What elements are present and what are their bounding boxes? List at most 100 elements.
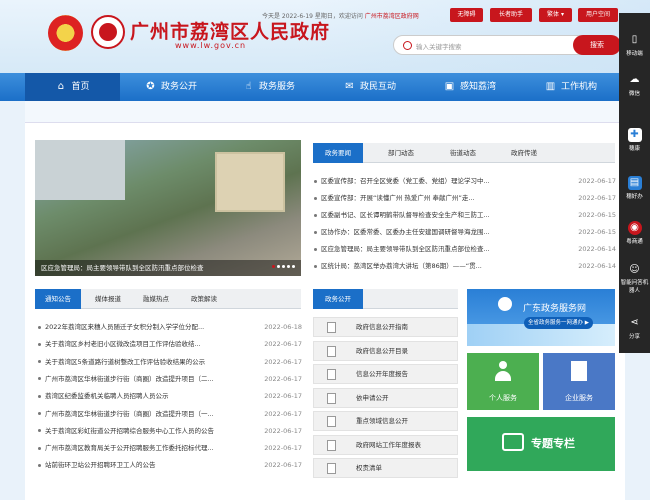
- list-item[interactable]: 区应急管理局：局主要领导带队到全区防汛重点部位检查... 2022-06-14: [314, 241, 616, 257]
- list-item[interactable]: 荔湾区纪委监委机关临聘人员招聘人员公示 2022-06-17: [38, 388, 302, 404]
- document-icon: [327, 392, 336, 404]
- tab-government-affairs-open[interactable]: 政务公开: [313, 289, 363, 309]
- list-item-title[interactable]: 站前街环卫站公开招聘环卫工人的公告: [45, 461, 156, 469]
- open-list-item[interactable]: 权责清单: [313, 458, 458, 478]
- nav-home[interactable]: ⌂ 首页: [25, 73, 120, 101]
- site-url: www.lw.gov.cn: [175, 41, 247, 50]
- user-space-button[interactable]: 用户空间: [578, 8, 618, 22]
- list-item[interactable]: 广州市荔湾区教育局关于公开招聘服务工作委托招标代理... 2022-06-17: [38, 440, 302, 456]
- search-button[interactable]: 搜索: [573, 35, 621, 55]
- suihaoban-icon: ▤: [627, 176, 642, 190]
- monitor-icon: [502, 433, 524, 451]
- site-title[interactable]: 广州市荔湾区人民政府: [130, 17, 330, 44]
- accessibility-button[interactable]: 无障碍: [450, 8, 483, 22]
- list-item[interactable]: 广州市荔湾区华林街道步行街（商圈）改造提升项目（二... 2022-06-17: [38, 371, 302, 387]
- list-item-date: 2022-06-17: [578, 194, 616, 202]
- special-topics-label: 专题专栏: [531, 437, 575, 450]
- slide-dots[interactable]: [270, 262, 295, 270]
- list-item-title[interactable]: 广州市荔湾区华林街道步行街（商圈）改造提升项目（一...: [45, 410, 214, 418]
- sidebar-suikang[interactable]: ✚ 穗康: [619, 128, 650, 152]
- tab-government-news[interactable]: 政务要闻: [313, 143, 363, 163]
- sidebar-robot[interactable]: ☺ 智能问答机器人: [619, 263, 650, 295]
- tab-department-news[interactable]: 部门动态: [376, 143, 426, 163]
- site-name-link[interactable]: 广州市荔湾区政府网: [365, 13, 419, 20]
- list-item[interactable]: 区协作办：区委常委、区委办主任安建国调研督导海龙围... 2022-06-15: [314, 224, 616, 240]
- list-item[interactable]: 站前街环卫站公开招聘环卫工人的公告 2022-06-17: [38, 457, 302, 473]
- tab-media-reports[interactable]: 媒体报道: [85, 289, 131, 309]
- special-topics-card[interactable]: 专题专栏: [467, 417, 615, 471]
- open-list-label: 政府信息公开指南: [356, 323, 408, 331]
- bullet-icon: [38, 342, 41, 346]
- list-item[interactable]: 关于荔湾区乡村老旧小区微改造项目工作评估验收结... 2022-06-17: [38, 336, 302, 352]
- list-item[interactable]: 区统计局：荔湾区举办荔湾大讲坛（第86期）——“贯... 2022-06-14: [314, 258, 616, 274]
- open-list-item[interactable]: 重点领域信息公开: [313, 411, 458, 431]
- list-item-title[interactable]: 区统计局：荔湾区举办荔湾大讲坛（第86期）——“贯...: [321, 262, 482, 270]
- tab-notices[interactable]: 通知公告: [35, 289, 81, 309]
- document-icon: [327, 369, 336, 380]
- search-box[interactable]: 输入关键字搜索 搜索: [393, 35, 621, 55]
- list-item[interactable]: 区委宣传部：召开全区党委（党工委、党组）理论学习中... 2022-06-17: [314, 173, 616, 189]
- list-item-title[interactable]: 关于荔湾区彩虹街道公开招聘综合服务中心工作人员的公告: [45, 427, 214, 435]
- list-item[interactable]: 区委宣传部：开展“读懂广州 热爱广州 奉献广州”走... 2022-06-17: [314, 190, 616, 206]
- open-list-item[interactable]: 信息公开年度报告: [313, 364, 458, 384]
- list-item-date: 2022-06-15: [578, 211, 616, 219]
- list-item-title[interactable]: 区委副书记、区长谭明鹤带队督导检查安全生产和三防工...: [321, 211, 490, 219]
- search-input[interactable]: 输入关键字搜索: [416, 41, 462, 51]
- nav-work-agencies[interactable]: ▥ 工作机构: [545, 73, 597, 101]
- list-item-title[interactable]: 2022年荔湾区来穗人员随迁子女积分制入学学位分配...: [45, 323, 204, 331]
- sidebar-share[interactable]: ⋖ 分享: [619, 316, 650, 340]
- nav-public-interaction[interactable]: ✉ 政民互动: [344, 73, 396, 101]
- list-item-title[interactable]: 区委宣传部：开展“读懂广州 热爱广州 奉献广州”走...: [321, 194, 475, 202]
- list-item-date: 2022-06-14: [578, 262, 616, 270]
- tab-policy-interpretation[interactable]: 政策解读: [181, 289, 227, 309]
- tab-government-delivery[interactable]: 政府传递: [499, 143, 549, 163]
- list-item-title[interactable]: 区协作办：区委常委、区委办主任安建国调研督导海龙围...: [321, 228, 490, 236]
- open-list-item[interactable]: 政府信息公开指南: [313, 317, 458, 337]
- traditional-chinese-button[interactable]: 繁体 ▾: [539, 8, 572, 22]
- list-item-date: 2022-06-17: [578, 177, 616, 185]
- open-section-header: 政务公开: [313, 289, 458, 309]
- elder-assistant-button[interactable]: 长者助手: [490, 8, 532, 22]
- news-slideshow[interactable]: 区应急管理局：局主要领导带队到全区防汛重点部位检查: [35, 140, 301, 276]
- sidebar-suihaoban[interactable]: ▤ 穗好办: [619, 176, 650, 200]
- bullet-icon: [38, 446, 41, 450]
- sub-nav-bar: [25, 101, 625, 123]
- list-item[interactable]: 关于荔湾区5条道路行道树整改工作评估验收结果的公示 2022-06-17: [38, 354, 302, 370]
- list-item[interactable]: 广州市荔湾区华林街道步行街（商圈）改造提升项目（一... 2022-06-17: [38, 406, 302, 422]
- list-item[interactable]: 区委副书记、区长谭明鹤带队督导检查安全生产和三防工... 2022-06-15: [314, 207, 616, 223]
- gd-card-subtitle: 全省政务服务一网通办 ▶: [524, 317, 593, 329]
- open-list-item[interactable]: 政府信息公开目录: [313, 340, 458, 361]
- list-item[interactable]: 2022年荔湾区来穗人员随迁子女积分制入学学位分配... 2022-06-18: [38, 319, 302, 335]
- nav-government-services[interactable]: ☝ 政务服务: [243, 73, 295, 101]
- news-tabs: 政务要闻 部门动态 街道动态 政府传递: [313, 143, 615, 163]
- open-list-item[interactable]: 依申请公开: [313, 387, 458, 408]
- slide-caption[interactable]: 区应急管理局：局主要领导带队到全区防汛重点部位检查: [35, 260, 301, 276]
- sidebar-wechat[interactable]: ☁ 微信: [619, 73, 650, 97]
- national-emblem-icon: [48, 15, 83, 51]
- guangdong-gov-service-card[interactable]: 广东政务服务网 全省政务服务一网通办 ▶: [467, 289, 615, 346]
- list-item-title[interactable]: 广州市荔湾区华林街道步行街（商圈）改造提升项目（二...: [45, 375, 214, 383]
- chat-icon: ✉: [345, 81, 354, 92]
- nav-perceive-liwan[interactable]: ▣ 感知荔湾: [444, 73, 496, 101]
- bullet-icon: [314, 196, 317, 200]
- list-item-title[interactable]: 区委宣传部：召开全区党委（党工委、党组）理论学习中...: [321, 177, 490, 185]
- enterprise-service-card[interactable]: 企业服务: [543, 353, 615, 410]
- personal-service-card[interactable]: 个人服务: [467, 353, 539, 410]
- open-list-item[interactable]: 政府网站工作年度报表: [313, 434, 458, 455]
- bullet-icon: [38, 325, 41, 329]
- nav-government-affairs[interactable]: ✪ 政务公开: [145, 73, 197, 101]
- wechat-icon: ☁: [629, 74, 640, 85]
- sidebar-mobile[interactable]: ▯ 移动端: [619, 33, 650, 57]
- list-item-title[interactable]: 广州市荔湾区教育局关于公开招聘服务工作委托招标代理...: [45, 444, 214, 452]
- list-item-date: 2022-06-17: [264, 409, 302, 418]
- list-item-title[interactable]: 关于荔湾区5条道路行道树整改工作评估验收结果的公示: [45, 358, 205, 366]
- list-item-title[interactable]: 关于荔湾区乡村老旧小区微改造项目工作评估验收结...: [45, 340, 201, 348]
- sidebar-yueshangtong[interactable]: ◉ 粤商通: [619, 221, 650, 245]
- tab-street-news[interactable]: 街道动态: [438, 143, 488, 163]
- district-logo-icon: [91, 15, 125, 49]
- list-item-date: 2022-06-17: [264, 357, 302, 366]
- list-item[interactable]: 关于荔湾区彩虹街道公开招聘综合服务中心工作人员的公告 2022-06-17: [38, 423, 302, 439]
- list-item-title[interactable]: 荔湾区纪委监委机关临聘人员招聘人员公示: [45, 392, 169, 400]
- list-item-title[interactable]: 区应急管理局：局主要领导带队到全区防汛重点部位检查...: [321, 245, 490, 253]
- tab-media-hotspots[interactable]: 融媒热点: [133, 289, 179, 309]
